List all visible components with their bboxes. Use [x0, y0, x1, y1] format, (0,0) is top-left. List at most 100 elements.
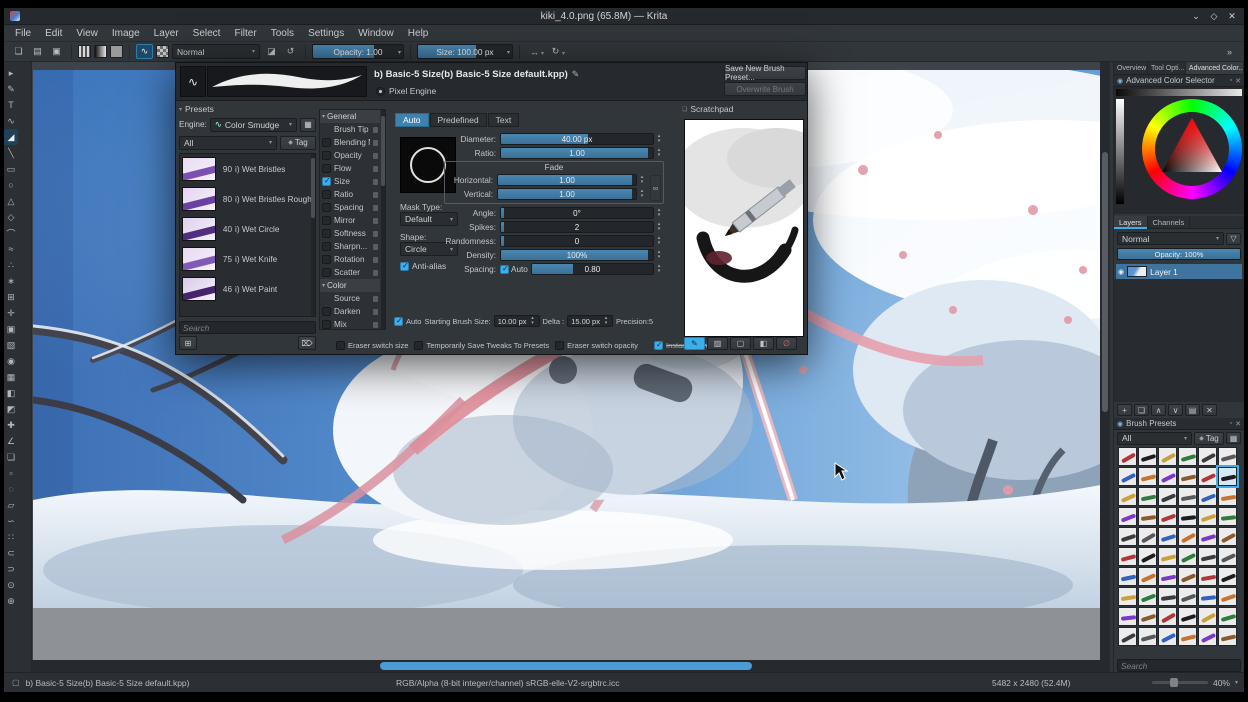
brush-presets-view-button[interactable]: ▦: [1226, 432, 1241, 444]
option-checkbox[interactable]: [322, 229, 331, 238]
tool-freehand-path-tool[interactable]: ≈: [4, 241, 18, 257]
close-docker-icon[interactable]: ✕: [1235, 77, 1241, 85]
brush-preset-thumbnail[interactable]: [1158, 447, 1177, 466]
close-button[interactable]: ✕: [1224, 11, 1240, 22]
brush-presets-titlebar[interactable]: ◉ Brush Presets ▫ ✕: [1114, 418, 1244, 430]
brush-preset-thumbnail[interactable]: [1118, 447, 1137, 466]
brush-preset-thumbnail[interactable]: [1198, 447, 1217, 466]
reload-preset-button[interactable]: ↺: [282, 44, 299, 59]
preset-list-item[interactable]: 75 i) Wet Knife: [180, 244, 315, 274]
option-row-size[interactable]: Size: [320, 175, 380, 188]
zoom-slider[interactable]: [1151, 678, 1208, 687]
spin-down-icon[interactable]: ▾: [654, 269, 664, 274]
titlebar[interactable]: kiki_4.0.png (65.8M) — Krita ⌄ ◇ ✕: [4, 8, 1244, 25]
brush-preset-thumbnail[interactable]: [1178, 507, 1197, 526]
tool-dynamic-brush-tool[interactable]: ∴: [4, 257, 18, 273]
option-checkbox[interactable]: [322, 307, 331, 316]
brush-preset-thumbnail[interactable]: [1198, 527, 1217, 546]
tool-line-tool[interactable]: ╲: [4, 145, 18, 161]
ratio-slider[interactable]: 1.00: [500, 147, 654, 159]
brush-preset-thumbnail[interactable]: [1158, 527, 1177, 546]
spin-buttons[interactable]: ▴ ▾: [654, 222, 664, 232]
scratchpad-fill-background-button[interactable]: ▢: [730, 337, 751, 350]
spin-buttons[interactable]: ▴ ▾: [654, 236, 664, 246]
tool-shape-select-tool[interactable]: ▸: [4, 65, 18, 81]
preset-list-item[interactable]: 80 i) Wet Bristles Rough: [180, 184, 315, 214]
size-slider[interactable]: Size: 100.00 px ▾: [417, 44, 513, 59]
tool-enclose-and-fill-tool[interactable]: ◩: [4, 401, 18, 417]
pattern-chooser-button[interactable]: [94, 45, 107, 58]
randomness-slider[interactable]: 0: [500, 235, 654, 247]
blend-mode-dropdown[interactable]: Normal ▾: [172, 44, 260, 59]
brush-preset-thumbnail[interactable]: [1118, 487, 1137, 506]
brush-preset-thumbnail[interactable]: [1138, 527, 1157, 546]
zoom-dropdown-icon[interactable]: ▾: [1235, 679, 1238, 686]
tool-similar-color-selection-tool[interactable]: ∷: [4, 529, 18, 545]
tool-elliptical-selection-tool[interactable]: ◌: [4, 481, 18, 497]
horizontal-scrollbar-thumb[interactable]: [380, 662, 752, 670]
brush-preset-thumbnail[interactable]: [1118, 627, 1137, 646]
spin-down-icon[interactable]: ▾: [601, 321, 611, 326]
brush-preset-thumbnail[interactable]: [1218, 487, 1237, 506]
rename-preset-icon[interactable]: ✎: [572, 69, 580, 79]
preset-filter-dropdown[interactable]: All ▾: [179, 135, 277, 150]
scratchpad-fill-color-button[interactable]: ◧: [753, 337, 774, 350]
layer-row[interactable]: ◉ Layer 1: [1116, 264, 1242, 279]
pixel-engine-radio[interactable]: [376, 86, 385, 96]
fill-pattern-button[interactable]: [156, 45, 169, 58]
brush-preset-thumbnail[interactable]: [1178, 447, 1197, 466]
brush-preset-thumbnail[interactable]: [1178, 567, 1197, 586]
dock-tab-1[interactable]: Tool Opti...: [1148, 62, 1186, 74]
brush-preset-thumbnail[interactable]: [1118, 547, 1137, 566]
option-checkbox[interactable]: [322, 190, 331, 199]
brush-preset-thumbnail[interactable]: [1178, 627, 1197, 646]
scratchpad-fill-gradient-button[interactable]: ▨: [707, 337, 728, 350]
option-checkbox[interactable]: [322, 216, 331, 225]
brush-preset-thumbnail[interactable]: [1138, 627, 1157, 646]
brush-presets-tag-button[interactable]: ◆ Tag: [1194, 431, 1224, 445]
menu-window[interactable]: Window: [351, 28, 401, 39]
preset-list-item[interactable]: 90 i) Wet Bristles: [180, 154, 315, 184]
option-row-spacing[interactable]: Spacing: [320, 201, 380, 214]
brush-preset-thumbnail[interactable]: [1158, 587, 1177, 606]
spin-down-icon[interactable]: ▾: [654, 139, 664, 144]
scratchpad-paint-button[interactable]: ✎: [684, 337, 705, 350]
layer-blend-mode-dropdown[interactable]: Normal ▾: [1117, 232, 1224, 245]
options-section-header[interactable]: ▾ General: [320, 110, 380, 123]
menu-edit[interactable]: Edit: [38, 28, 69, 39]
horizontal-slider[interactable]: 1.00: [497, 174, 637, 186]
tool-multibrush-tool[interactable]: ∗: [4, 273, 18, 289]
chevron-down-icon[interactable]: ▾: [562, 50, 565, 57]
tool-rectangular-selection-tool[interactable]: ▫: [4, 465, 18, 481]
brush-preset-thumbnail[interactable]: [1198, 587, 1217, 606]
scratchpad-reset-button[interactable]: ∅: [776, 337, 797, 350]
tool-move-tool[interactable]: ✛: [4, 305, 18, 321]
spin-down-icon[interactable]: ▾: [654, 153, 664, 158]
spin-down-icon[interactable]: ▾: [654, 213, 664, 218]
tool-color-sampler-tool[interactable]: ◉: [4, 353, 18, 369]
option-checkbox[interactable]: [322, 138, 331, 147]
brush-preset-thumbnail[interactable]: [1218, 507, 1237, 526]
scratchpad-header[interactable]: ❏ Scratchpad: [682, 103, 806, 115]
brush-preset-thumbnail[interactable]: [1138, 547, 1157, 566]
brush-preset-thumbnail[interactable]: [1178, 487, 1197, 506]
spin-down-icon[interactable]: ▾: [654, 227, 664, 232]
starting-brush-size-spinbox[interactable]: 10.00 px ▴ ▾: [493, 315, 540, 327]
brush-preset-thumbnail[interactable]: [1178, 527, 1197, 546]
options-section-header[interactable]: ▾ Color: [320, 279, 380, 292]
add-layer-button[interactable]: +: [1117, 404, 1132, 416]
brush-preset-thumbnail[interactable]: [1198, 607, 1217, 626]
option-row-opacity[interactable]: Opacity: [320, 149, 380, 162]
tool-polyline-tool[interactable]: ◇: [4, 209, 18, 225]
brush-preset-thumbnail[interactable]: [1118, 607, 1137, 626]
tool-transform-tool[interactable]: ⊞: [4, 289, 18, 305]
option-checkbox[interactable]: [322, 255, 331, 264]
option-row-rotation[interactable]: Rotation: [320, 253, 380, 266]
preset-list-scrollbar[interactable]: [311, 154, 315, 316]
tool-text-tool[interactable]: T: [4, 97, 18, 113]
antialias-row[interactable]: Anti-alias: [400, 261, 446, 271]
overwrite-brush-button[interactable]: Overwrite Brush: [724, 82, 806, 96]
menu-image[interactable]: Image: [105, 28, 147, 39]
save-document-button[interactable]: ▣: [48, 44, 65, 59]
brush-preset-thumbnail[interactable]: [1218, 607, 1237, 626]
